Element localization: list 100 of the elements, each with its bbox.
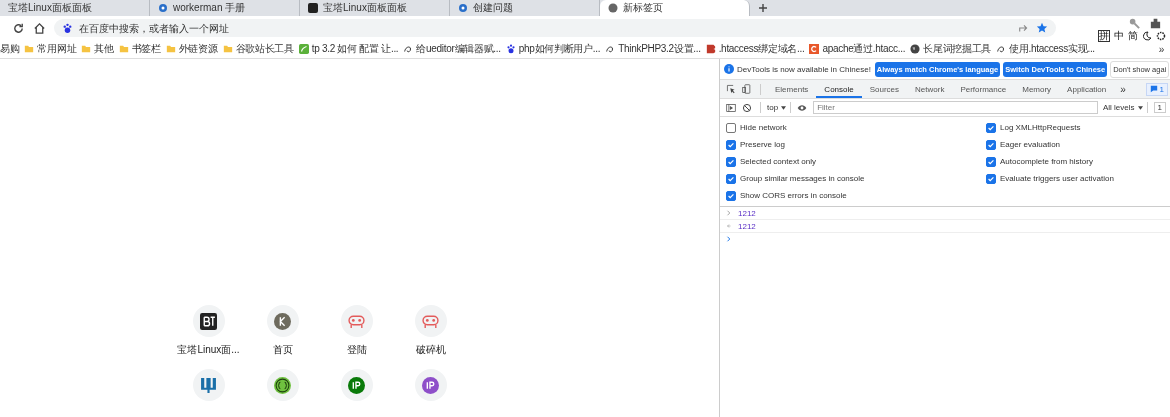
browser-tab[interactable]: 宝塔Linux面板面板 xyxy=(300,0,450,16)
bookmark[interactable]: 易购 xyxy=(0,42,20,56)
paw-icon xyxy=(62,22,73,34)
folder-icon xyxy=(118,44,129,54)
moon-icon[interactable] xyxy=(1142,31,1152,41)
swirl-icon xyxy=(403,44,414,54)
shortcut-tile[interactable]: 破碎机 xyxy=(393,305,468,357)
globe-icon xyxy=(910,44,921,54)
setting-label: Hide network xyxy=(740,123,787,132)
inspect-icon[interactable] xyxy=(726,84,736,94)
bookmark[interactable]: 常用网址 xyxy=(24,42,77,56)
chevron-icon xyxy=(726,210,732,216)
bookmark[interactable]: 使用.htaccess实现... xyxy=(996,42,1095,56)
bookmark[interactable]: .htaccess绑定域名... xyxy=(705,42,805,56)
caret-icon xyxy=(781,105,787,110)
bookmark[interactable]: 给ueditor编辑器赋... xyxy=(403,42,501,56)
puzzle-icon[interactable] xyxy=(1149,17,1162,30)
home-icon[interactable] xyxy=(33,21,46,35)
setting-label: Preserve log xyxy=(740,140,785,149)
console-value: 1212 xyxy=(738,221,756,231)
shortcut-tile[interactable]: 宝塔Linux面... xyxy=(171,305,246,357)
checkbox[interactable] xyxy=(726,122,736,133)
address-bar[interactable]: 在百度中搜索，或者输入一个网址 xyxy=(54,19,1056,37)
star-icon[interactable] xyxy=(1036,22,1048,34)
devtools-tab[interactable]: Memory xyxy=(1014,80,1060,98)
bookmark[interactable]: 谷歌站长工具 xyxy=(222,42,294,56)
checkbox[interactable] xyxy=(986,122,996,133)
setting-label: Evaluate triggers user activation xyxy=(1000,174,1114,183)
issues-count[interactable]: 1 xyxy=(1153,102,1166,113)
square-icon xyxy=(308,3,318,13)
devtools-tab[interactable]: Performance xyxy=(952,80,1015,98)
checkbox[interactable] xyxy=(726,190,736,201)
logo-icon xyxy=(348,376,365,394)
checkbox[interactable] xyxy=(726,173,736,184)
swirl-icon xyxy=(605,44,616,54)
paw-icon xyxy=(505,44,516,54)
robot-icon xyxy=(422,312,439,330)
context-select[interactable]: top xyxy=(767,103,787,112)
logo-icon xyxy=(422,376,439,394)
browser-tab[interactable]: 宝塔Linux面板面板 xyxy=(0,0,150,16)
folder-icon xyxy=(24,44,35,54)
setting-label: Group similar messages in console xyxy=(740,174,865,183)
filter-field[interactable]: Filter xyxy=(813,101,1098,114)
ime-button[interactable]: 简 xyxy=(1128,29,1138,43)
devtools-tab[interactable]: Sources xyxy=(861,80,908,98)
ime-button[interactable]: 中 xyxy=(1114,29,1124,43)
bookmark[interactable]: 长尾词挖掘工具 xyxy=(910,42,992,56)
checkbox[interactable] xyxy=(986,139,996,150)
plus-icon[interactable] xyxy=(758,3,768,13)
share-icon[interactable] xyxy=(1018,22,1030,34)
info-icon xyxy=(724,64,734,74)
leaf-icon xyxy=(298,44,309,54)
banner-text: DevTools is now available in Chinese! xyxy=(737,64,871,74)
bookmark[interactable]: php如何判断用户... xyxy=(505,42,601,56)
more-tabs[interactable]: » xyxy=(1114,83,1132,95)
logo-icon xyxy=(274,312,291,330)
globe-icon xyxy=(608,3,618,13)
checkbox[interactable] xyxy=(986,173,996,184)
sidebar-icon[interactable] xyxy=(726,102,736,113)
console-value: 1212 xyxy=(738,208,756,218)
eye-icon[interactable] xyxy=(797,102,808,113)
device-icon[interactable] xyxy=(742,84,752,94)
issues-badge[interactable]: 1 xyxy=(1145,82,1168,96)
logo-icon xyxy=(274,376,291,394)
setting-label: Selected context only xyxy=(740,157,817,166)
bookmark[interactable]: 其他 xyxy=(81,42,114,56)
logo-icon xyxy=(200,376,217,394)
folder-icon xyxy=(222,44,233,54)
logo-icon xyxy=(705,44,716,54)
devtools-tab[interactable]: Elements xyxy=(767,80,817,98)
browser-tab[interactable]: 新标签页 xyxy=(600,0,750,16)
browser-tab[interactable]: workerman 手册 xyxy=(150,0,300,16)
devtools-tab[interactable]: Network xyxy=(907,80,953,98)
devtools-tab[interactable]: Console xyxy=(816,80,862,98)
bookmark[interactable]: tp 3.2 如何 配置 让... xyxy=(298,42,399,56)
logo-icon xyxy=(809,44,820,54)
more-bookmarks[interactable]: » xyxy=(1158,43,1170,55)
checkbox[interactable] xyxy=(986,156,996,167)
devtools-tab[interactable]: Application xyxy=(1059,80,1115,98)
ime-button[interactable]: 拼 xyxy=(1098,30,1110,42)
levels-select[interactable]: All levels xyxy=(1102,103,1143,112)
folder-icon xyxy=(81,44,92,54)
checkbox[interactable] xyxy=(726,139,736,150)
bookmark[interactable]: 外链资源 xyxy=(165,42,218,56)
bookmark[interactable]: 书签栏 xyxy=(118,42,161,56)
setting-label: Show CORS errors in console xyxy=(740,191,847,200)
bookmark[interactable]: apache通过.htacc... xyxy=(809,42,906,56)
checkbox[interactable] xyxy=(726,156,736,167)
reload-icon[interactable] xyxy=(12,21,25,35)
clear-icon[interactable] xyxy=(742,102,752,113)
caret-icon xyxy=(1137,105,1143,110)
setting-label: Eager evaluation xyxy=(1000,140,1061,149)
address-field[interactable]: 在百度中搜索，或者输入一个网址 xyxy=(79,21,1012,35)
setting-label: Autocomplete from history xyxy=(1000,157,1093,166)
logo-icon xyxy=(200,312,217,330)
prompt-icon[interactable] xyxy=(726,236,732,242)
bookmark[interactable]: ThinkPHP3.2设置... xyxy=(605,42,701,56)
setting-label: Log XMLHttpRequests xyxy=(1000,123,1081,132)
shortcut-tile[interactable]: 首页 xyxy=(245,305,320,357)
shortcut-tile[interactable]: 登陆 xyxy=(319,305,394,357)
